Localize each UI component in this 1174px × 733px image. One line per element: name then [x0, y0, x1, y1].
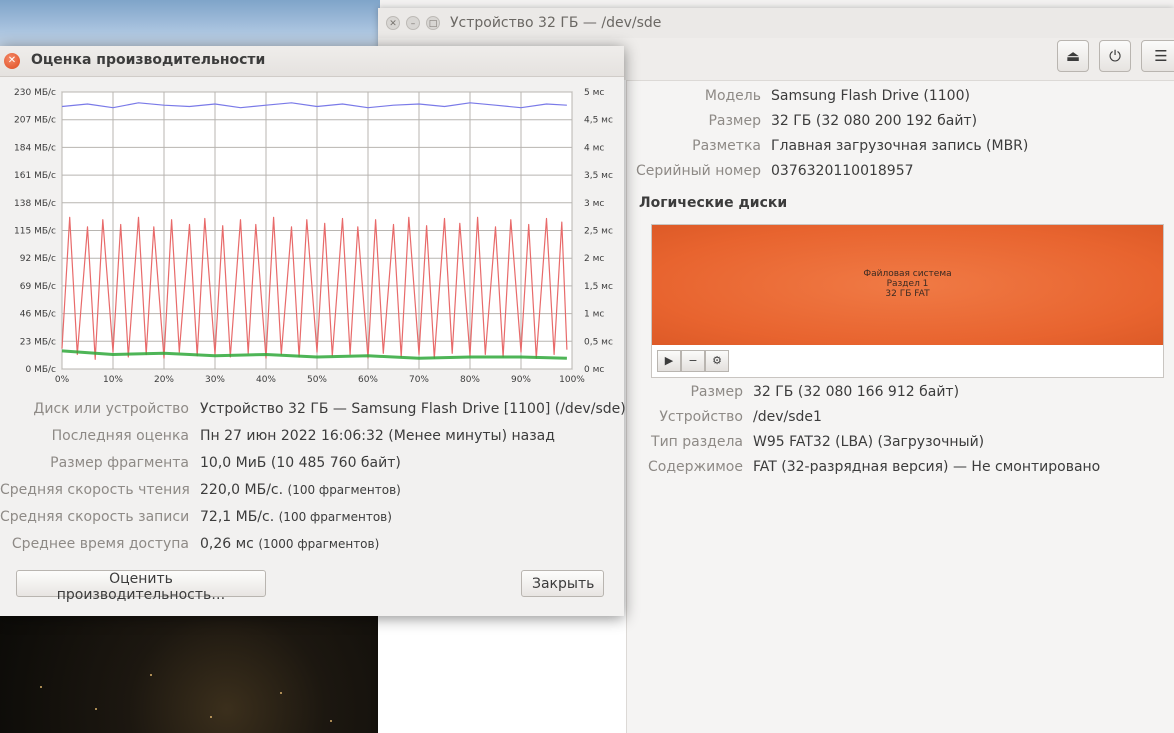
power-icon: ⏻ — [1109, 47, 1121, 65]
close-icon[interactable]: ✕ — [386, 16, 400, 30]
model-value: Samsung Flash Drive (1100) — [771, 88, 970, 104]
benchmark-dialog: ✕ Оценка производительности 0% 10% 20% 30% 4… — [0, 46, 626, 616]
y-left-tick-label: 161 МБ/с — [14, 171, 56, 181]
sample-size-label: Размер фрагмента — [50, 455, 189, 471]
menu-icon: ☰ — [1154, 47, 1168, 65]
device-label: Диск или устройство — [33, 401, 189, 417]
partitioning-value: Главная загрузочная запись (MBR) — [771, 138, 1029, 154]
read-rate-label: Средняя скорость чтения — [0, 482, 190, 498]
y-left-tick-label: 138 МБ/с — [14, 199, 56, 209]
x-tick-label: 80% — [460, 375, 480, 385]
wallpaper-light — [280, 692, 282, 694]
x-tick-label: 10% — [103, 375, 123, 385]
serial-value: 0376320110018957 — [771, 163, 914, 179]
y-left-tick-label: 92 МБ/с — [20, 254, 56, 264]
y-left-tick-label: 69 МБ/с — [20, 282, 56, 292]
volume-type-value: W95 FAT32 (LBA) (Загрузочный) — [753, 434, 985, 450]
y-right-tick-label: 3 мс — [584, 199, 604, 209]
x-tick-label: 50% — [307, 375, 327, 385]
access-time-number: 0,26 мс — [200, 536, 254, 552]
x-tick-label: 40% — [256, 375, 276, 385]
eject-button[interactable]: ⏏ — [1057, 40, 1089, 72]
window-title: Устройство 32 ГБ — /dev/sde — [450, 15, 662, 31]
dialog-title: Оценка производительности — [31, 52, 266, 68]
size-value: 32 ГБ (32 080 200 192 байт) — [771, 113, 978, 129]
y-left-tick-label: 184 МБ/с — [14, 143, 56, 153]
y-left-tick-label: 46 МБ/с — [20, 310, 56, 320]
y-right-tick-label: 5 мс — [584, 88, 604, 98]
partition-label: Файловая система Раздел 1 32 ГБ FAT — [652, 269, 1163, 299]
wallpaper-light — [210, 716, 212, 718]
write-rate-number: 72,1 МБ/с. — [200, 509, 275, 525]
partition-options-button[interactable]: ⚙ — [705, 350, 729, 372]
minimize-icon[interactable]: – — [406, 16, 420, 30]
start-benchmark-button[interactable]: Оценить производительность… — [16, 570, 266, 603]
read-rate-number: 220,0 МБ/с. — [200, 482, 284, 498]
partition-line-name: Раздел 1 — [886, 279, 929, 289]
write-rate-note: (100 фрагментов) — [278, 510, 392, 524]
benchmark-chart: 0% 10% 20% 30% 40% 50% 60% 70% 80% 90% 100% 0 МБ/с 0… — [14, 88, 613, 385]
y-left-tick-label: 23 МБ/с — [20, 337, 56, 347]
sample-size-value: 10,0 МиБ (10 485 760 байт) — [200, 455, 401, 471]
y-right-tick-label: 0 мс — [584, 365, 604, 375]
x-tick-label: 100% — [559, 375, 585, 385]
x-tick-label: 30% — [205, 375, 225, 385]
delete-partition-button[interactable]: − — [681, 350, 705, 372]
wallpaper-light — [330, 720, 332, 722]
y-right-tick-label: 2,5 мс — [584, 227, 613, 237]
disks-titlebar: ✕ – □ Устройство 32 ГБ — /dev/sde — [378, 8, 1174, 39]
mount-button[interactable]: ▶ — [657, 350, 681, 372]
y-right-tick-label: 3,5 мс — [584, 171, 613, 181]
y-right-tick-label: 0,5 мс — [584, 337, 613, 347]
desktop-wallpaper-bottom — [0, 616, 378, 733]
write-rate-label: Средняя скорость записи — [0, 509, 190, 525]
access-time-label: Среднее время доступа — [11, 536, 189, 552]
device-value: Устройство 32 ГБ — Samsung Flash Drive [… — [200, 401, 626, 417]
minus-icon: − — [688, 354, 698, 367]
volume-contents-value: FAT (32-разрядная версия) — Не смонтиров… — [753, 459, 1101, 475]
write-rate-value: 72,1 МБ/с. (100 фрагментов) — [200, 509, 392, 525]
volume-device-value: /dev/sde1 — [753, 409, 822, 425]
volume-size-value: 32 ГБ (32 080 166 912 байт) — [753, 384, 960, 400]
play-icon: ▶ — [664, 354, 674, 367]
partition-map: Файловая система Раздел 1 32 ГБ FAT ▶ − … — [651, 224, 1164, 378]
x-tick-label: 0% — [55, 375, 70, 385]
eject-icon: ⏏ — [1065, 47, 1081, 65]
partition-line-size: 32 ГБ FAT — [885, 289, 930, 299]
desktop-wallpaper-top — [0, 0, 380, 50]
access-time-note: (1000 фрагментов) — [258, 537, 380, 551]
x-tick-label: 70% — [409, 375, 429, 385]
x-tick-label: 90% — [511, 375, 531, 385]
x-tick-label: 20% — [154, 375, 174, 385]
y-right-tick-label: 4,5 мс — [584, 116, 613, 126]
y-right-tick-label: 1 мс — [584, 310, 604, 320]
y-right-tick-label: 2 мс — [584, 254, 604, 264]
wallpaper-light — [40, 686, 42, 688]
y-left-tick-label: 207 МБ/с — [14, 116, 56, 126]
read-rate-note: (100 фрагментов) — [287, 483, 401, 497]
y-right-tick-label: 4 мс — [584, 143, 604, 153]
last-benchmark-value: Пн 27 июн 2022 16:06:32 (Менее минуты) н… — [200, 428, 555, 444]
y-right-tick-label: 1,5 мс — [584, 282, 613, 292]
gears-icon: ⚙ — [712, 354, 722, 367]
wallpaper-light — [150, 674, 152, 676]
y-left-tick-label: 115 МБ/с — [14, 227, 56, 237]
close-button[interactable]: Закрыть — [521, 570, 604, 597]
benchmark-titlebar: ✕ Оценка производительности — [0, 46, 624, 77]
close-icon[interactable]: ✕ — [4, 53, 20, 69]
y-left-tick-label: 230 МБ/с — [14, 88, 56, 98]
power-off-button[interactable]: ⏻ — [1099, 40, 1131, 72]
access-time-value: 0,26 мс (1000 фрагментов) — [200, 536, 379, 552]
volumes-heading: Логические диски — [639, 195, 788, 211]
read-rate-value: 220,0 МБ/с. (100 фрагментов) — [200, 482, 401, 498]
maximize-icon[interactable]: □ — [426, 16, 440, 30]
wallpaper-light — [95, 708, 97, 710]
partition-line-filesystem: Файловая система — [863, 269, 952, 279]
partition-block[interactable]: Файловая система Раздел 1 32 ГБ FAT — [652, 225, 1163, 345]
y-left-tick-label: 0 МБ/с — [25, 365, 56, 375]
drive-menu-button[interactable]: ☰ — [1141, 40, 1174, 72]
last-benchmark-label: Последняя оценка — [51, 428, 189, 444]
x-tick-label: 60% — [358, 375, 378, 385]
